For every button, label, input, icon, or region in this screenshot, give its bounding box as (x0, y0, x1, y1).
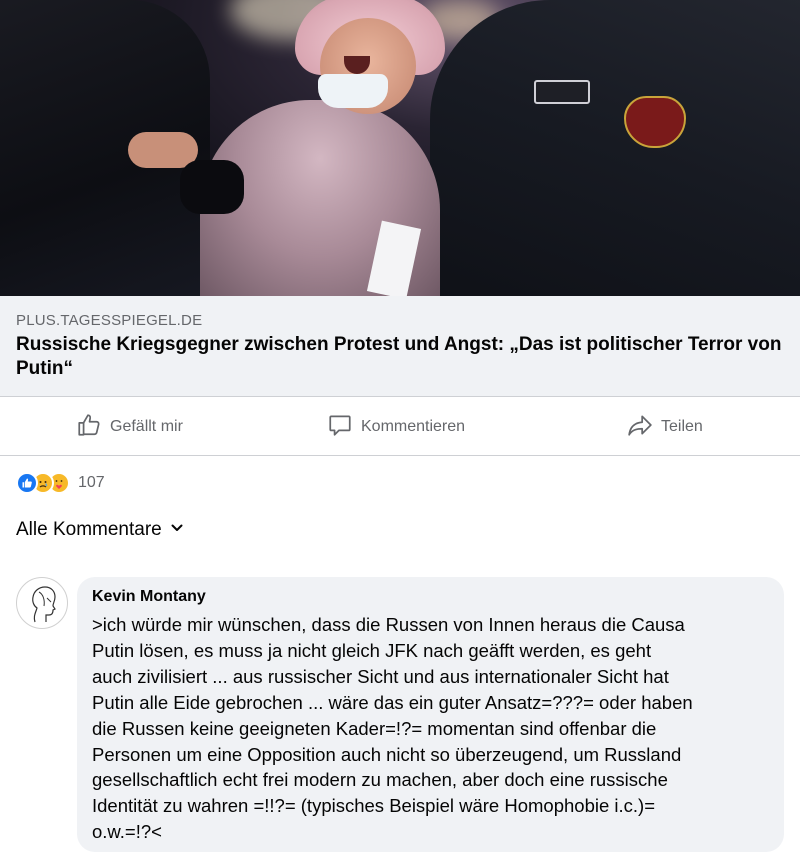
comment-bubble: Kevin Montany >ich würde mir wünschen, d… (77, 577, 784, 852)
photo-badge (534, 80, 590, 104)
share-arrow-icon (627, 412, 653, 443)
link-preview[interactable]: PLUS.TAGESSPIEGEL.DE Russische Kriegsgeg… (0, 296, 800, 396)
divider (0, 455, 800, 456)
share-label: Teilen (661, 418, 703, 435)
comment-filter-label: Alle Kommentare (16, 519, 162, 540)
photo-hand (128, 132, 198, 168)
chevron-down-icon (170, 519, 184, 541)
comment-author[interactable]: Kevin Montany (92, 587, 770, 607)
thumbs-up-icon (76, 412, 102, 443)
reaction-count: 107 (78, 474, 105, 491)
action-bar: Gefällt mir Kommentieren Teilen (0, 398, 800, 456)
link-title[interactable]: Russische Kriegsgegner zwischen Protest … (16, 333, 786, 381)
like-button[interactable]: Gefällt mir (76, 398, 183, 456)
avatar[interactable] (16, 577, 68, 629)
comment-button[interactable]: Kommentieren (327, 398, 465, 456)
photo-mask (318, 74, 388, 108)
link-source: PLUS.TAGESSPIEGEL.DE (16, 312, 203, 329)
like-icon (16, 472, 38, 494)
reactions-summary[interactable]: 107 (16, 471, 105, 495)
speech-bubble-icon (327, 412, 353, 443)
divider (0, 396, 800, 397)
comment-filter-dropdown[interactable]: Alle Kommentare (16, 519, 184, 541)
photo-glove (180, 160, 244, 214)
post-image[interactable] (0, 0, 800, 296)
share-button[interactable]: Teilen (627, 398, 703, 456)
comment-text: >ich würde mir wünschen, dass die Russen… (92, 614, 693, 843)
comment-label: Kommentieren (361, 418, 466, 435)
photo-officer-right (430, 0, 800, 296)
like-label: Gefällt mir (110, 418, 183, 435)
